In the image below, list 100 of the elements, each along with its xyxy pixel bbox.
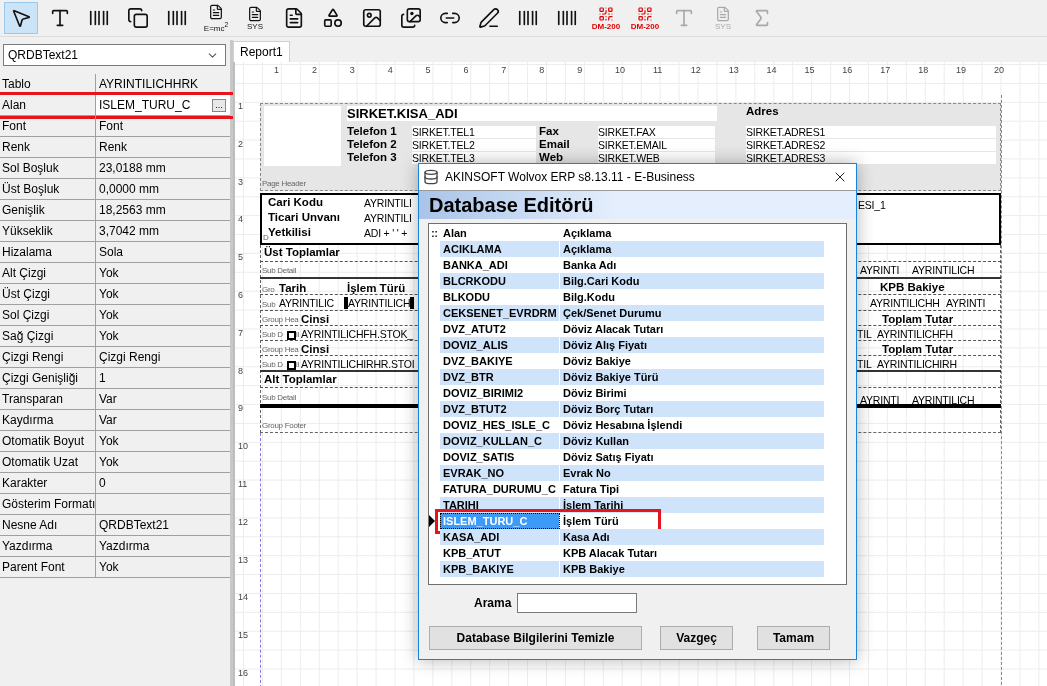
table-cell[interactable]: Döviz Alış Fiyatı bbox=[560, 337, 825, 353]
report-label[interactable]: Web bbox=[539, 151, 564, 163]
report-field[interactable]: ADI + ' ' + bbox=[364, 227, 408, 239]
table-cell[interactable]: DVZ_BTUT2 bbox=[440, 401, 560, 417]
report-label[interactable]: Telefon 2 bbox=[347, 138, 397, 150]
table-cell[interactable]: Evrak No bbox=[560, 465, 825, 481]
document-tab[interactable]: Report1 bbox=[233, 41, 290, 62]
property-value[interactable]: AYRINTILICHHRK bbox=[96, 74, 230, 94]
toolbar-button[interactable]: DM-200 bbox=[589, 2, 623, 34]
report-field[interactable]: AYRINTI bbox=[860, 264, 900, 276]
property-value[interactable]: Çizgi Rengi bbox=[96, 347, 230, 367]
property-value[interactable]: Yok bbox=[96, 284, 230, 304]
report-label[interactable]: İşlem Türü bbox=[347, 282, 406, 294]
band-caption[interactable]: Sub D bbox=[262, 360, 283, 369]
property-value[interactable]: 1 bbox=[96, 368, 230, 388]
report-field[interactable]: AYRINTILICHFH.STOK_ bbox=[301, 328, 413, 340]
property-value[interactable]: Yok bbox=[96, 452, 230, 472]
table-cell[interactable]: Kasa Adı bbox=[560, 529, 825, 545]
browse-button[interactable]: ... bbox=[212, 98, 226, 112]
property-value[interactable]: Yazdırma bbox=[96, 536, 230, 556]
band-caption[interactable]: Group Hea bbox=[262, 345, 299, 354]
report-label[interactable]: Cinsi bbox=[301, 343, 330, 355]
report-field[interactable]: AYRINTILICH bbox=[344, 297, 415, 309]
report-field[interactable]: AYRINTILICHIRHR.STOI bbox=[301, 358, 415, 370]
property-value[interactable]: Yok bbox=[96, 557, 230, 577]
property-value[interactable]: ISLEM_TURU_C ... bbox=[96, 95, 230, 115]
report-field[interactable]: SIRKET.WEB bbox=[598, 152, 715, 164]
report-field[interactable]: SIRKET.FAX bbox=[598, 126, 715, 138]
report-label[interactable]: Alt Toplamlar bbox=[264, 373, 337, 385]
report-label[interactable]: Tarih bbox=[279, 282, 307, 294]
property-value[interactable]: Yok bbox=[96, 305, 230, 325]
report-field[interactable]: AYRINTILI bbox=[364, 212, 412, 224]
report-field[interactable]: SIRKET.TEL2 bbox=[412, 139, 536, 151]
property-value[interactable]: 0,0000 mm bbox=[96, 179, 230, 199]
band-caption[interactable]: Sub D bbox=[262, 330, 283, 339]
report-field[interactable]: TIL bbox=[857, 358, 872, 370]
table-cell[interactable]: Döviz Bakiye Türü bbox=[560, 369, 825, 385]
report-field[interactable]: AYRINTILICHIRH bbox=[877, 358, 957, 370]
report-label[interactable]: Üst Toplamlar bbox=[264, 246, 340, 258]
table-cell[interactable]: DOVIZ_KULLAN_C bbox=[440, 433, 560, 449]
report-label[interactable]: Fax bbox=[539, 125, 559, 137]
table-cell[interactable]: BLCRKODU bbox=[440, 273, 560, 289]
table-cell[interactable]: DVZ_BTR bbox=[440, 369, 560, 385]
table-cell[interactable]: Bilg.Cari Kodu bbox=[560, 273, 825, 289]
toolbar-button[interactable]: DM-200 bbox=[628, 2, 662, 34]
property-value[interactable]: Yok bbox=[96, 431, 230, 451]
toolbar-button[interactable] bbox=[4, 2, 38, 34]
report-label[interactable]: Ticari Unvanı bbox=[268, 211, 340, 223]
report-field[interactable]: AYRINTILIC bbox=[279, 297, 334, 309]
property-value[interactable]: Sola bbox=[96, 242, 230, 262]
report-label[interactable]: KPB Bakiye bbox=[880, 281, 945, 293]
table-cell[interactable]: Çek/Senet Durumu bbox=[560, 305, 825, 321]
dialog-button[interactable]: Tamam bbox=[757, 626, 830, 650]
band-caption[interactable]: D bbox=[263, 233, 269, 242]
band-caption[interactable]: Sub Detail bbox=[262, 266, 296, 275]
report-field[interactable]: AYRINTILICHH bbox=[870, 297, 940, 309]
report-field[interactable]: AYRINTILICH bbox=[912, 394, 975, 406]
report-label[interactable]: Email bbox=[539, 138, 570, 150]
band-caption[interactable]: Sub Detail bbox=[262, 393, 296, 402]
table-cell[interactable]: KASA_ADI bbox=[440, 529, 560, 545]
band-caption[interactable]: Page Header bbox=[262, 179, 306, 188]
table-cell[interactable]: KPB Bakiye bbox=[560, 561, 825, 577]
property-value[interactable]: Var bbox=[96, 410, 230, 430]
band-caption[interactable]: Group Hea bbox=[262, 315, 299, 324]
property-value[interactable]: 18,2563 mm bbox=[96, 200, 230, 220]
table-cell[interactable]: Açıklama bbox=[560, 241, 825, 257]
property-value[interactable]: Yok bbox=[96, 326, 230, 346]
report-field[interactable]: AYRINTILI bbox=[364, 197, 412, 209]
report-label[interactable]: Cinsi bbox=[301, 313, 330, 325]
band-caption[interactable]: Sub bbox=[262, 300, 276, 309]
toolbar-button[interactable]: E=mc$^{2}$ bbox=[199, 2, 233, 34]
band-caption[interactable]: Group Footer bbox=[262, 421, 306, 430]
property-value[interactable]: Renk bbox=[96, 137, 230, 157]
table-cell[interactable]: KPB_BAKIYE bbox=[440, 561, 560, 577]
band-caption[interactable]: Gro bbox=[262, 285, 275, 294]
property-value[interactable]: 3,7042 mm bbox=[96, 221, 230, 241]
property-value[interactable]: Font bbox=[96, 116, 230, 136]
report-field[interactable]: SIRKET.ADRES3 bbox=[746, 152, 996, 164]
property-value[interactable]: 23,0188 mm bbox=[96, 158, 230, 178]
table-cell[interactable]: EVRAK_NO bbox=[440, 465, 560, 481]
report-label[interactable]: Telefon 3 bbox=[347, 151, 397, 163]
property-value[interactable]: 0 bbox=[96, 473, 230, 493]
band-caption[interactable]: il bbox=[296, 330, 299, 339]
table-cell[interactable]: Döviz Kullan bbox=[560, 433, 825, 449]
table-cell[interactable]: İşlem Tarihi bbox=[560, 497, 825, 513]
report-label[interactable]: Yetkilisi bbox=[268, 226, 311, 238]
report-field[interactable]: SIRKET.ADRES2 bbox=[746, 139, 996, 151]
dialog-button[interactable]: Vazgeç bbox=[660, 626, 733, 650]
report-field[interactable]: SIRKET.EMAIL bbox=[598, 139, 715, 151]
report-label[interactable]: Telefon 1 bbox=[347, 125, 397, 137]
table-cell[interactable]: Döviz Borç Tutarı bbox=[560, 401, 825, 417]
object-dropdown[interactable]: QRDBText21 bbox=[3, 44, 226, 66]
property-value[interactable]: QRDBText21 bbox=[96, 515, 230, 535]
property-value[interactable]: Yok bbox=[96, 263, 230, 283]
report-label[interactable]: Adres bbox=[746, 105, 779, 117]
report-field[interactable]: AYRINTI bbox=[946, 297, 986, 309]
report-label[interactable]: SIRKET.KISA_ADI bbox=[347, 106, 717, 121]
report-field[interactable]: TIL bbox=[857, 328, 872, 340]
report-field[interactable]: SIRKET.TEL1 bbox=[412, 126, 536, 138]
table-cell[interactable]: CEKSENET_EVRDRM bbox=[440, 305, 560, 321]
